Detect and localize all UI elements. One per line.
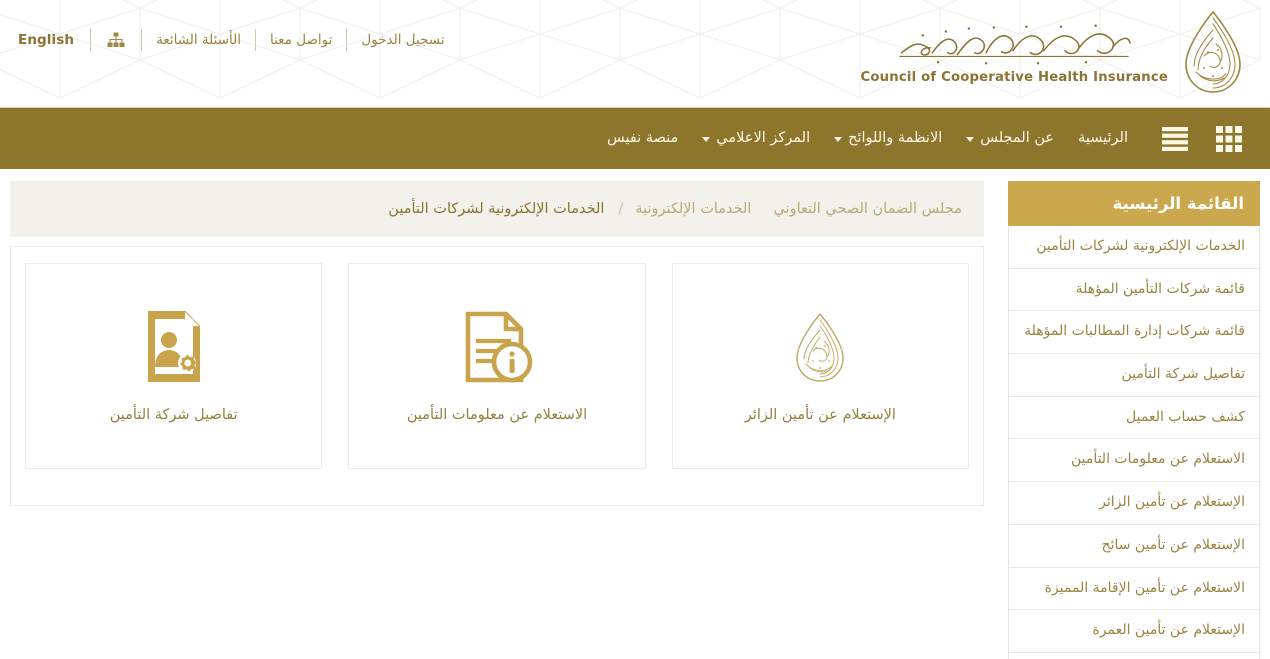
chevron-down-icon [966, 137, 975, 142]
sidebar-item-insurance-company-details[interactable]: تفاصيل شركة التأمين [1009, 354, 1259, 397]
cchi-teardrop-emblem-icon [1185, 10, 1241, 93]
breadcrumb-parent[interactable]: الخدمات الإلكترونية [635, 201, 751, 217]
sidebar-item-customer-account-statement[interactable]: كشف حساب العميل [1009, 397, 1259, 440]
sidebar-item-e-services-healthcare-provider[interactable]: الخدمات الإلكترونية لمقدم خدمات الرعاية … [1009, 653, 1259, 659]
hamburger-menu-icon[interactable] [1148, 108, 1202, 169]
sidebar-menu: الخدمات الإلكترونية لشركات التأمين قائمة… [1008, 226, 1260, 659]
sidebar-item-qualified-insurance-companies[interactable]: قائمة شركات التأمين المؤهلة [1009, 269, 1259, 312]
nav-item-nphies-platform-label: منصة نفيس [606, 130, 679, 146]
document-person-settings-icon [141, 305, 207, 391]
breadcrumb: مجلس الضمان الصحي التعاوني الخدمات الإلك… [10, 181, 984, 237]
sidebar-item-insurance-info-inquiry[interactable]: الاستعلام عن معلومات التأمين [1009, 439, 1259, 483]
language-switch-english[interactable]: English [10, 26, 90, 54]
brand-logo[interactable]: Council of Cooperative Health Insurance [861, 8, 1252, 96]
service-card-visitor-insurance-inquiry[interactable]: الإستعلام عن تأمين الزائر [671, 263, 969, 469]
document-info-icon [461, 305, 533, 391]
service-card-insurance-info-inquiry[interactable]: الاستعلام عن معلومات التأمين [348, 263, 646, 469]
sitemap-icon[interactable] [91, 32, 141, 48]
sidebar-item-premium-residency-inquiry[interactable]: الاستعلام عن تأمين الإقامة المميزة [1009, 568, 1259, 611]
sidebar-title: القائمة الرئيسية [1008, 181, 1260, 226]
grid-apps-icon[interactable] [1202, 108, 1256, 169]
nav-item-about-council-label: عن المجلس [980, 130, 1055, 146]
contact-link[interactable]: تواصل معنا [256, 26, 346, 54]
main-content: مجلس الضمان الصحي التعاوني الخدمات الإلك… [0, 169, 992, 659]
sidebar-item-tourist-insurance-inquiry[interactable]: الإستعلام عن تأمين سائح [1009, 525, 1259, 568]
sidebar-item-qualified-claims-companies[interactable]: قائمة شركات إدارة المطالبات المؤهلة [1009, 311, 1259, 355]
login-link[interactable]: تسجيل الدخول [347, 26, 458, 54]
brand-english-title: Council of Cooperative Health Insurance [860, 69, 1168, 85]
nav-item-regulations-label: الانظمة واللوائح [848, 130, 943, 146]
nav-item-home-label: الرئيسية [1078, 130, 1128, 146]
nav-item-media-center-label: المركز الاعلامي [716, 130, 811, 146]
nav-links: الرئيسية عن المجلس الانظمة واللوائح المر… [595, 108, 1140, 169]
service-card-visitor-insurance-inquiry-label: الإستعلام عن تأمين الزائر [744, 407, 896, 424]
main-navigation: الرئيسية عن المجلس الانظمة واللوائح المر… [0, 108, 1270, 169]
chevron-down-icon [834, 137, 843, 142]
sidebar-item-e-services-insurance[interactable]: الخدمات الإلكترونية لشركات التأمين [1009, 226, 1259, 269]
sidebar-item-visitor-insurance-inquiry[interactable]: الإستعلام عن تأمين الزائر [1009, 482, 1259, 525]
breadcrumb-current: الخدمات الإلكترونية لشركات التأمين [388, 201, 605, 217]
service-card-insurance-info-inquiry-label: الاستعلام عن معلومات التأمين [406, 407, 588, 424]
service-card-insurance-company-details[interactable]: تفاصيل شركة التأمين [25, 263, 323, 469]
nav-item-home[interactable]: الرئيسية [1066, 108, 1140, 169]
nav-item-about-council[interactable]: عن المجلس [954, 108, 1066, 169]
page-body: القائمة الرئيسية الخدمات الإلكترونية لشر… [0, 169, 1270, 659]
chevron-down-icon [702, 137, 711, 142]
site-header: English الأسئلة الشائعة تواصل معنا تسجيل… [0, 0, 1270, 108]
nav-item-regulations[interactable]: الانظمة واللوائح [822, 108, 954, 169]
sidebar-item-umrah-insurance-inquiry[interactable]: الإستعلام عن تأمين العمرة [1009, 610, 1259, 653]
brand-arabic-calligraphy [899, 24, 1132, 64]
nav-item-media-center[interactable]: المركز الاعلامي [690, 108, 822, 169]
sidebar: القائمة الرئيسية الخدمات الإلكترونية لشر… [992, 169, 1270, 659]
service-card-insurance-company-details-label: تفاصيل شركة التأمين [109, 407, 238, 424]
utility-nav: English الأسئلة الشائعة تواصل معنا تسجيل… [10, 26, 459, 54]
cchi-teardrop-emblem-icon [789, 305, 851, 391]
breadcrumb-root[interactable]: مجلس الضمان الصحي التعاوني [773, 201, 962, 217]
breadcrumb-separator: / [618, 201, 624, 217]
faq-link[interactable]: الأسئلة الشائعة [142, 26, 255, 54]
nav-item-nphies-platform[interactable]: منصة نفيس [595, 108, 690, 169]
brand-text: Council of Cooperative Health Insurance [861, 20, 1168, 85]
services-panel: الإستعلام عن تأمين الزائر الاستعلام عن م… [10, 246, 984, 506]
